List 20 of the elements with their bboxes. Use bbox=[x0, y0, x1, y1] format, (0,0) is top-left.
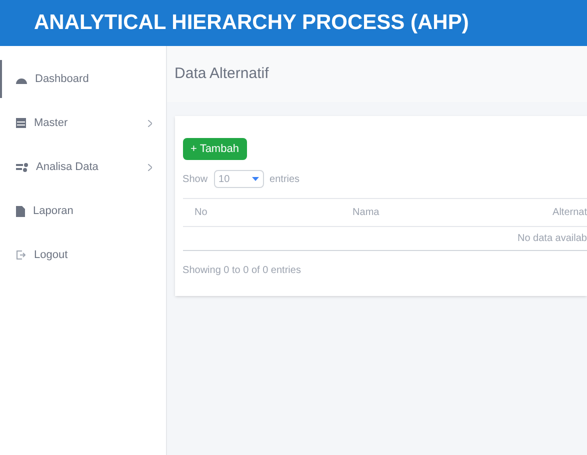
add-button[interactable]: + Tambah bbox=[182, 138, 247, 160]
column-header[interactable]: Nama bbox=[352, 205, 380, 220]
empty-message: No data availab bbox=[518, 232, 587, 246]
sidebar-item[interactable]: Analisa Data bbox=[0, 148, 166, 186]
sidebar-item[interactable]: Laporan bbox=[0, 192, 166, 230]
logout-icon bbox=[16, 250, 26, 260]
table-icon bbox=[16, 118, 26, 128]
sidebar-item[interactable]: Master bbox=[0, 104, 166, 142]
sidebar-item[interactable]: Logout bbox=[0, 236, 166, 274]
page-title: Data Alternatif bbox=[174, 64, 269, 84]
caret-icon bbox=[252, 177, 259, 182]
file-icon bbox=[16, 206, 25, 216]
app-title: ANALYTICAL HIERARCHY PROCESS (AHP) bbox=[34, 10, 469, 36]
table-info: Showing 0 to 0 of 0 entries bbox=[182, 264, 302, 278]
show-label: Show bbox=[182, 172, 208, 187]
share-icon bbox=[16, 162, 28, 172]
entries-label: entries bbox=[270, 172, 300, 187]
column-header[interactable]: No bbox=[194, 205, 208, 220]
page-size-select[interactable]: 10 bbox=[214, 170, 264, 188]
column-header[interactable]: Alternat bbox=[552, 205, 587, 220]
